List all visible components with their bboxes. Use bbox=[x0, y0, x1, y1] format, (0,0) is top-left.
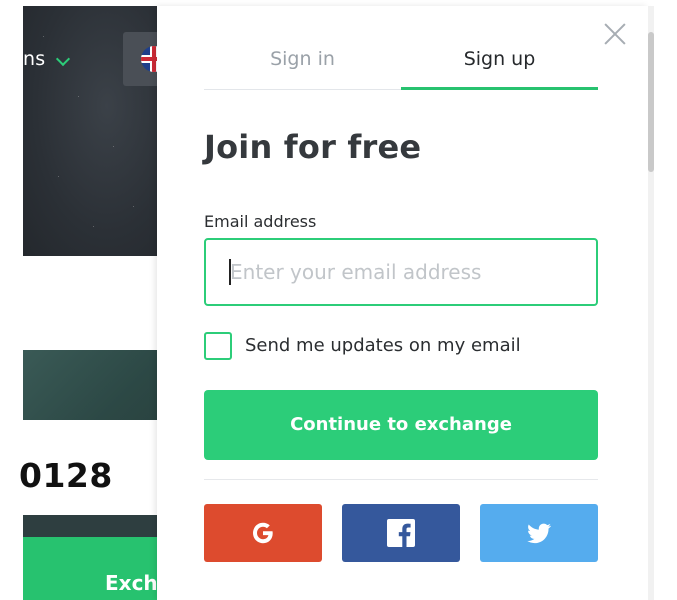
account-number: 0128 bbox=[19, 456, 113, 495]
background-card bbox=[23, 350, 163, 420]
twitter-login-button[interactable] bbox=[480, 504, 598, 562]
email-field[interactable] bbox=[204, 238, 598, 306]
exchange-button-label: Exch bbox=[105, 571, 158, 595]
auth-tabs: Sign in Sign up bbox=[204, 44, 598, 90]
divider bbox=[204, 479, 598, 480]
scrollbar-thumb[interactable] bbox=[648, 32, 654, 172]
updates-checkbox[interactable] bbox=[204, 332, 232, 360]
facebook-login-button[interactable] bbox=[342, 504, 460, 562]
background-strip bbox=[23, 515, 163, 537]
signup-modal: Sign in Sign up Join for free Email addr… bbox=[157, 6, 648, 600]
tab-sign-in[interactable]: Sign in bbox=[204, 44, 401, 88]
twitter-icon bbox=[527, 523, 551, 544]
updates-checkbox-label[interactable]: Send me updates on my email bbox=[245, 335, 521, 356]
google-icon bbox=[253, 522, 273, 544]
google-login-button[interactable] bbox=[204, 504, 322, 562]
close-icon[interactable] bbox=[603, 22, 627, 46]
email-label: Email address bbox=[204, 212, 317, 231]
facebook-icon bbox=[387, 519, 415, 547]
tab-sign-up[interactable]: Sign up bbox=[401, 44, 598, 90]
tab-sign-up-label: Sign up bbox=[463, 48, 536, 70]
text-caret bbox=[229, 259, 231, 285]
nav-menu-label[interactable]: ns bbox=[23, 48, 45, 70]
page-title: Join for free bbox=[204, 128, 422, 166]
exchange-button[interactable]: Exch bbox=[23, 537, 163, 600]
continue-button[interactable]: Continue to exchange bbox=[204, 390, 598, 460]
active-tab-indicator bbox=[401, 87, 598, 90]
